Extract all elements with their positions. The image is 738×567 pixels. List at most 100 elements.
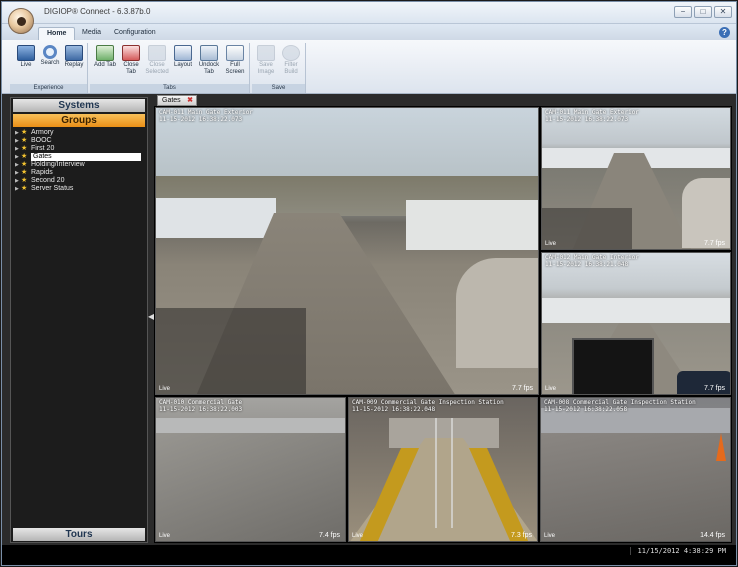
replay-icon: [65, 45, 83, 61]
star-icon: ★: [21, 137, 28, 144]
camera-name: CAM-012 Main Gate Interior: [545, 254, 639, 261]
camera-tile[interactable]: CAM-011 Main Gate Exterior 11-15-2012 16:…: [155, 107, 539, 395]
filter-icon: [282, 45, 300, 61]
group-tree: ▶ ★ Armory ▶ ★ BOOC ▶ ★ First 20 ▶ ★ Gates ▶ ★ Hol…: [15, 129, 145, 193]
tab-home[interactable]: Home: [38, 27, 76, 40]
close-selected-button[interactable]: Close Selected: [144, 45, 170, 76]
expand-arrow-icon[interactable]: ▶: [15, 185, 19, 193]
live-button[interactable]: Live: [13, 45, 39, 69]
camera-timestamp: 11-15-2012 16:38:22.073: [159, 116, 243, 123]
camera-fps: 7.7 fps: [703, 385, 725, 392]
ribbon-panel: Live Search Replay Experience Add Tab Cl…: [2, 40, 736, 94]
magnifier-icon: [43, 45, 57, 59]
camera-timestamp: 11-15-2012 16:38:21.048: [545, 261, 629, 268]
camera-tile[interactable]: CAM-011 Main Gate Exterior 11-15-2012 16:…: [541, 107, 731, 250]
title-bar[interactable]: DIGIOP® Connect - 6.3.87b.0 − □ ✕: [2, 2, 736, 24]
expand-arrow-icon[interactable]: ▶: [15, 145, 19, 153]
camera-tile[interactable]: CAM-012 Main Gate Interior 11-15-2012 16:…: [541, 252, 731, 395]
expand-arrow-icon[interactable]: ▶: [15, 137, 19, 145]
close-selected-icon: [148, 45, 166, 61]
camera-name: CAM-011 Main Gate Exterior: [545, 109, 639, 116]
ribbon-group-save: Save Image Filter Build Save: [252, 43, 306, 93]
camera-fps: 7.3 fps: [510, 532, 532, 539]
tree-item-server-status[interactable]: ▶ ★ Server Status: [15, 185, 145, 193]
app-menu-orb-icon[interactable]: [8, 8, 34, 34]
close-tab-icon: [122, 45, 140, 61]
close-window-button[interactable]: ✕: [714, 6, 732, 18]
layout-button[interactable]: Layout: [170, 45, 196, 69]
add-tab-button[interactable]: Add Tab: [92, 45, 118, 69]
camera-timestamp: 11-15-2012 16:38:22.048: [352, 406, 436, 413]
ribbon-group-experience: Live Search Replay Experience: [10, 43, 88, 93]
monitor-icon: [17, 45, 35, 61]
tree-item-holding-interview[interactable]: ▶ ★ Holding/Interview: [15, 161, 145, 169]
group-label-save: Save: [252, 84, 305, 93]
camera-name: CAM-011 Main Gate Exterior: [159, 109, 253, 116]
sidebar-panel: Systems Groups ▶ ★ Armory ▶ ★ BOOC ▶ ★ First 2…: [10, 97, 148, 543]
camera-tile[interactable]: CAM-009 Commercial Gate Inspection Stati…: [348, 397, 538, 542]
tree-item-gates[interactable]: ▶ ★ Gates: [15, 153, 145, 161]
camera-status: Live: [545, 241, 557, 247]
full-screen-button[interactable]: Full Screen: [222, 45, 248, 76]
camera-status: Live: [159, 533, 171, 539]
save-image-icon: [257, 45, 275, 61]
save-image-button[interactable]: Save Image: [253, 45, 279, 76]
camera-timestamp: 11-15-2012 16:38:22.058: [544, 406, 628, 413]
camera-name: CAM-010 Commercial Gate: [159, 399, 243, 406]
tab-gates[interactable]: Gates ✖: [157, 95, 197, 106]
status-bar: 11/15/2012 4:38:29 PM: [2, 545, 736, 565]
window-title: DIGIOP® Connect - 6.3.87b.0: [44, 7, 151, 16]
app-window: DIGIOP® Connect - 6.3.87b.0 − □ ✕ Home M…: [1, 1, 737, 566]
camera-status: Live: [352, 533, 364, 539]
camera-tile[interactable]: CAM-008 Commercial Gate Inspection Stati…: [540, 397, 731, 542]
tree-item-first-20[interactable]: ▶ ★ First 20: [15, 145, 145, 153]
ribbon-group-tabs: Add Tab Close Tab Close Selected Layout …: [90, 43, 250, 93]
close-tab-icon[interactable]: ✖: [187, 96, 193, 106]
tree-item-booc[interactable]: ▶ ★ BOOC: [15, 137, 145, 145]
expand-arrow-icon[interactable]: ▶: [15, 129, 19, 137]
camera-grid: CAM-011 Main Gate Exterior 11-15-2012 16:…: [154, 106, 732, 543]
undock-icon: [200, 45, 218, 61]
camera-name: CAM-009 Commercial Gate Inspection Stati…: [352, 399, 504, 406]
camera-feed-image: [542, 108, 730, 249]
undock-tab-button[interactable]: Undock Tab: [196, 45, 222, 76]
expand-arrow-icon[interactable]: ▶: [15, 177, 19, 185]
groups-header-button[interactable]: Groups: [13, 114, 145, 127]
group-label-tabs: Tabs: [90, 84, 249, 93]
search-button[interactable]: Search: [37, 45, 63, 67]
camera-timestamp: 11-15-2012 16:38:22.003: [159, 406, 243, 413]
tab-gates-label: Gates: [162, 97, 181, 104]
help-icon[interactable]: ?: [719, 27, 730, 38]
expand-arrow-icon[interactable]: ▶: [15, 153, 19, 161]
add-tab-icon: [96, 45, 114, 61]
tree-item-rapids[interactable]: ▶ ★ Rapids: [15, 169, 145, 177]
ribbon-tab-bar: Home Media Configuration ?: [2, 24, 736, 40]
camera-feed-image: [542, 253, 730, 394]
star-icon: ★: [21, 153, 28, 160]
expand-arrow-icon[interactable]: ▶: [15, 169, 19, 177]
close-tab-button[interactable]: Close Tab: [118, 45, 144, 76]
camera-fps: 14.4 fps: [700, 532, 725, 539]
expand-arrow-icon[interactable]: ▶: [15, 161, 19, 169]
tours-header-button[interactable]: Tours: [13, 528, 145, 541]
camera-feed-image: [156, 398, 345, 541]
filter-build-button[interactable]: Filter Build: [278, 45, 304, 76]
star-icon: ★: [21, 177, 28, 184]
tree-item-armory[interactable]: ▶ ★ Armory: [15, 129, 145, 137]
star-icon: ★: [21, 129, 28, 136]
minimize-button[interactable]: −: [674, 6, 692, 18]
tab-configuration[interactable]: Configuration: [106, 27, 164, 40]
maximize-button[interactable]: □: [694, 6, 712, 18]
systems-header-button[interactable]: Systems: [13, 99, 145, 112]
tree-item-second-20[interactable]: ▶ ★ Second 20: [15, 177, 145, 185]
camera-feed-image: [156, 108, 538, 394]
status-clock: 11/15/2012 4:38:29 PM: [630, 547, 726, 555]
tab-media[interactable]: Media: [74, 27, 109, 40]
camera-status: Live: [159, 386, 171, 392]
replay-button[interactable]: Replay: [61, 45, 87, 69]
star-icon: ★: [21, 185, 28, 192]
camera-fps: 7.7 fps: [703, 240, 725, 247]
layout-icon: [174, 45, 192, 61]
camera-status: Live: [544, 533, 556, 539]
camera-tile[interactable]: CAM-010 Commercial Gate 11-15-2012 16:38:…: [155, 397, 346, 542]
